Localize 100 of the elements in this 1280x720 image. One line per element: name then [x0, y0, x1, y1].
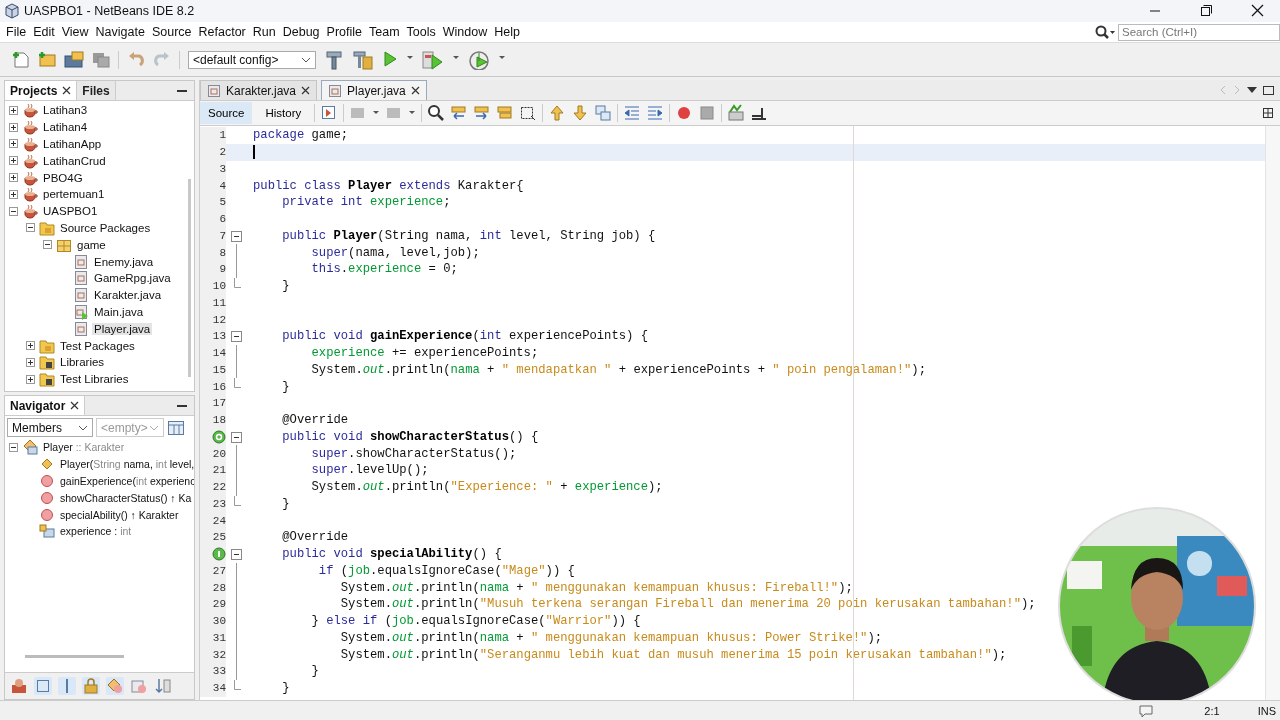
- panel-tab[interactable]: Projects: [5, 81, 78, 100]
- close-icon[interactable]: [70, 401, 80, 410]
- sort-icon[interactable]: [154, 677, 172, 695]
- menu-item[interactable]: Refactor: [196, 25, 251, 39]
- tree-item[interactable]: GameRpg.java: [92, 272, 173, 285]
- tree-item[interactable]: LatihanApp: [41, 138, 104, 150]
- collapse-icon[interactable]: [230, 431, 242, 443]
- collapse-icon[interactable]: [43, 240, 52, 250]
- bookmark-icon[interactable]: [594, 104, 613, 122]
- collapse-icon[interactable]: [230, 548, 242, 560]
- menu-item[interactable]: Navigate: [93, 25, 150, 39]
- tree-item[interactable]: Libraries: [58, 356, 107, 369]
- navigator-item[interactable]: specialAbility() ↑ Karakter: [58, 508, 181, 521]
- menu-item[interactable]: Profile: [324, 25, 367, 39]
- dropdown-icon[interactable]: [1246, 85, 1258, 95]
- menu-item[interactable]: Edit: [31, 25, 60, 39]
- shift-right-icon[interactable]: [646, 104, 665, 122]
- tree-item[interactable]: Player.java: [92, 322, 153, 335]
- next-icon[interactable]: [473, 104, 492, 122]
- line-number: 18: [212, 414, 226, 427]
- tree-item[interactable]: Source Packages: [58, 221, 153, 234]
- editor-tab[interactable]: Karakter.java: [200, 80, 318, 100]
- collapse-icon[interactable]: [9, 442, 18, 452]
- tree-item[interactable]: UASPBO1: [41, 205, 100, 218]
- folder-icon[interactable]: [64, 49, 84, 70]
- tree-item[interactable]: Latihan4: [41, 121, 90, 134]
- diamond-icon[interactable]: [106, 677, 124, 695]
- expand-icon[interactable]: [9, 122, 18, 132]
- view-tab[interactable]: Source: [200, 102, 253, 124]
- broom-hammer-icon[interactable]: [352, 49, 374, 70]
- previous-icon[interactable]: [450, 104, 469, 122]
- scrollbar[interactable]: [25, 655, 124, 658]
- stop-icon[interactable]: [698, 104, 717, 122]
- search-icon[interactable]: [427, 104, 446, 122]
- new-folder-icon[interactable]: [38, 49, 56, 70]
- tree-item[interactable]: Latihan3: [41, 104, 90, 117]
- tree-item[interactable]: game: [75, 238, 108, 251]
- editor-tab[interactable]: Player.java: [321, 80, 427, 100]
- search-field[interactable]: Search (Ctrl+I): [1118, 23, 1280, 41]
- collapse-icon[interactable]: [26, 223, 35, 233]
- collapse-icon[interactable]: [230, 230, 242, 242]
- implements-icon[interactable]: [212, 547, 226, 562]
- maximize-icon[interactable]: [1262, 84, 1274, 96]
- view-tab[interactable]: History: [257, 102, 310, 124]
- menu-item[interactable]: File: [4, 25, 32, 39]
- expand-icon[interactable]: [26, 357, 35, 367]
- panel-tab[interactable]: Navigator: [5, 396, 86, 415]
- hammer-icon[interactable]: [324, 49, 344, 70]
- menu-item[interactable]: Run: [250, 25, 281, 39]
- run-icon[interactable]: [382, 49, 398, 70]
- navigator-item[interactable]: Player(String nama, int level,: [58, 458, 194, 471]
- new-file-icon[interactable]: [12, 49, 30, 70]
- tree-item[interactable]: Main.java: [92, 305, 146, 318]
- menu-item[interactable]: Debug: [280, 25, 325, 39]
- tree-item[interactable]: pertemuan1: [41, 188, 107, 201]
- menu-item[interactable]: Help: [492, 25, 525, 39]
- debug-icon[interactable]: [422, 49, 444, 70]
- expand-icon[interactable]: [9, 189, 18, 199]
- profile-icon[interactable]: [468, 49, 490, 70]
- split-icon[interactable]: [1262, 107, 1274, 119]
- members-dropdown[interactable]: Members: [7, 418, 93, 437]
- close-icon[interactable]: [62, 86, 72, 95]
- table-icon[interactable]: [167, 418, 185, 437]
- close-icon[interactable]: [410, 86, 420, 95]
- up-arrow-icon[interactable]: [548, 104, 567, 122]
- navigator-item[interactable]: experience : int: [58, 525, 134, 538]
- panel-tab[interactable]: Files: [77, 81, 116, 100]
- menu-item[interactable]: View: [59, 25, 94, 39]
- down-arrow-icon[interactable]: [571, 104, 590, 122]
- tree-item[interactable]: LatihanCrud: [41, 154, 108, 167]
- search-icon[interactable]: [1094, 24, 1116, 40]
- config-dropdown[interactable]: <default config>: [188, 50, 316, 69]
- expand-icon[interactable]: [9, 173, 18, 183]
- menu-item[interactable]: Tools: [404, 25, 441, 39]
- selection-icon[interactable]: [519, 104, 538, 122]
- square-icon[interactable]: [34, 677, 52, 695]
- tree-item[interactable]: Test Libraries: [58, 373, 131, 386]
- tree-item[interactable]: Karakter.java: [92, 289, 164, 302]
- expand-icon[interactable]: [9, 105, 18, 115]
- notification-icon[interactable]: [1138, 702, 1155, 719]
- bar-icon[interactable]: [58, 677, 76, 695]
- collapse-icon[interactable]: [230, 331, 242, 342]
- expand-icon[interactable]: [9, 156, 18, 166]
- navigator-item[interactable]: showCharacterStatus() ↑ Ka: [58, 491, 194, 504]
- menu-item[interactable]: Team: [367, 25, 405, 39]
- menu-item[interactable]: Window: [440, 25, 493, 39]
- navigator-item[interactable]: Player :: Karakter: [41, 441, 127, 454]
- collapse-icon[interactable]: [9, 206, 18, 216]
- tree-item[interactable]: PBO4G: [41, 171, 85, 184]
- expand-icon[interactable]: [26, 341, 35, 351]
- tree-item[interactable]: Enemy.java: [92, 255, 156, 268]
- close-icon[interactable]: [301, 86, 311, 95]
- override-icon[interactable]: [212, 429, 226, 444]
- menu-item[interactable]: Source: [149, 25, 197, 39]
- lock-icon[interactable]: [82, 677, 100, 695]
- expand-icon[interactable]: [9, 139, 18, 149]
- shift-left-icon[interactable]: [623, 104, 642, 122]
- scrollbar[interactable]: [188, 179, 191, 377]
- expand-icon[interactable]: [26, 374, 35, 384]
- tree-item[interactable]: Test Packages: [58, 339, 137, 352]
